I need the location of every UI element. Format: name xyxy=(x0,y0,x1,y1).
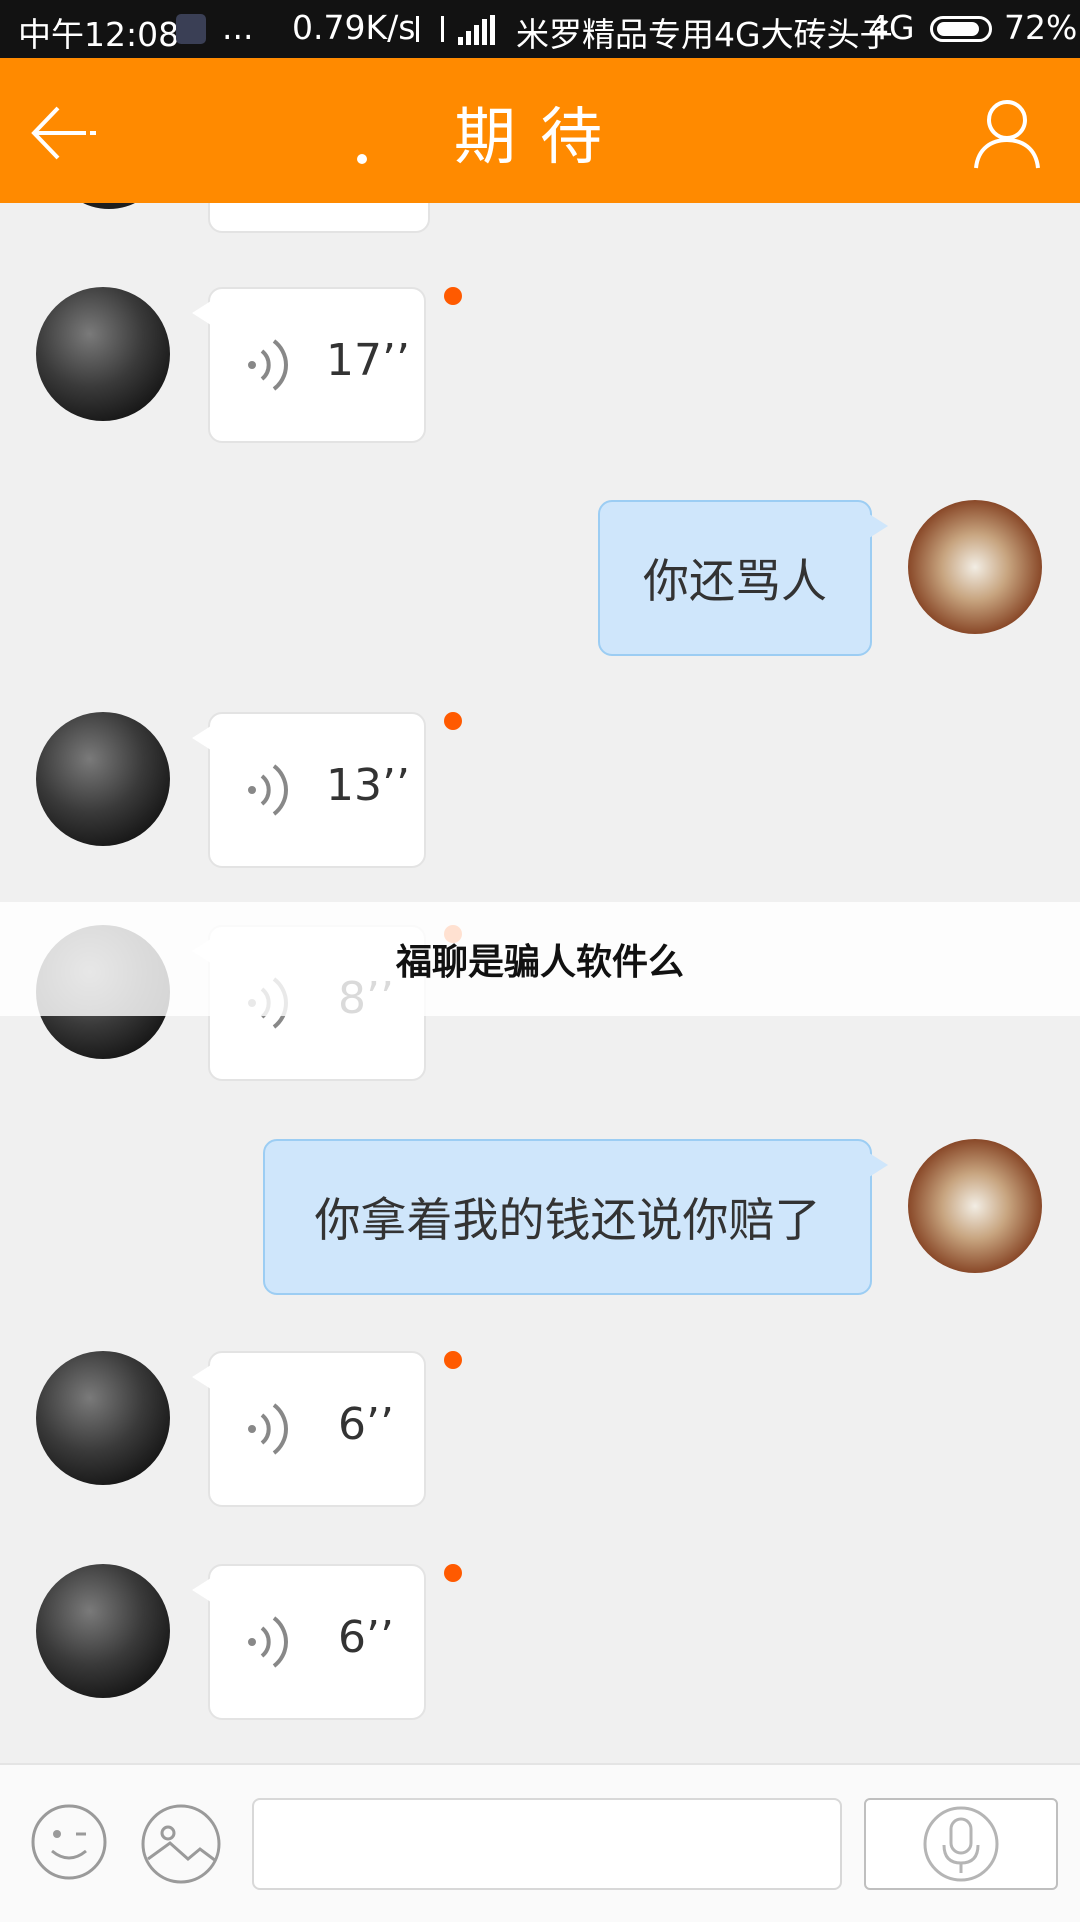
notification-icon xyxy=(176,14,206,44)
voice-record-button[interactable] xyxy=(864,1798,1058,1890)
voice-duration: 17’’ xyxy=(326,335,410,386)
chat-title: 期待 xyxy=(453,100,626,173)
input-bar xyxy=(0,1763,1080,1922)
data-transfer-icon xyxy=(416,16,444,42)
my-avatar[interactable] xyxy=(908,1139,1042,1273)
message-text: 你拿着我的钱还说你赔了 xyxy=(314,1193,821,1247)
voice-message-bubble[interactable]: 13’’ xyxy=(192,712,426,868)
status-bar: 中午12:08 ... 0.79K/s 米罗精品专用4G大砖头子 4G 72% xyxy=(0,0,1080,58)
contact-avatar[interactable] xyxy=(36,712,170,846)
battery-icon xyxy=(930,16,992,42)
contact-avatar[interactable] xyxy=(36,1564,170,1698)
watermark-text: 福聊是骗人软件么 xyxy=(395,942,684,983)
status-notification-dots: ... xyxy=(222,8,254,47)
image-button[interactable] xyxy=(140,1803,222,1885)
partial-avatar xyxy=(64,203,154,209)
status-speed: 0.79K/s xyxy=(292,8,416,47)
partial-voice-bubble[interactable] xyxy=(208,203,430,233)
unread-indicator xyxy=(444,1564,462,1582)
voice-wave-icon xyxy=(248,1403,288,1455)
unread-indicator xyxy=(444,287,462,305)
voice-message-bubble[interactable]: 6’’ xyxy=(192,1564,426,1720)
sent-message-bubble[interactable]: 你还骂人 xyxy=(598,500,888,656)
message-input[interactable] xyxy=(252,1798,842,1890)
my-avatar[interactable] xyxy=(908,500,1042,634)
status-carrier: 米罗精品专用4G大砖头子 xyxy=(516,15,893,54)
signal-icon xyxy=(458,14,498,45)
unread-indicator xyxy=(444,1351,462,1369)
voice-message-bubble[interactable]: 17’’ xyxy=(192,287,426,443)
contact-avatar[interactable] xyxy=(36,1351,170,1485)
voice-wave-icon xyxy=(248,1616,288,1668)
emoji-button[interactable] xyxy=(30,1803,108,1881)
status-time: 中午12:08 xyxy=(18,15,180,54)
image-icon xyxy=(141,1804,221,1884)
voice-message-bubble[interactable]: 6’’ xyxy=(192,1351,426,1507)
sent-message-bubble[interactable]: 你拿着我的钱还说你赔了 xyxy=(263,1139,888,1295)
microphone-icon xyxy=(923,1806,999,1882)
profile-button[interactable] xyxy=(972,96,1042,172)
voice-wave-icon xyxy=(248,764,288,816)
voice-duration: 13’’ xyxy=(326,760,410,811)
status-network: 4G xyxy=(868,8,915,47)
voice-wave-icon xyxy=(248,339,288,391)
voice-duration: 6’’ xyxy=(338,1399,394,1450)
voice-duration: 6’’ xyxy=(338,1612,394,1663)
unread-indicator xyxy=(444,712,462,730)
watermark-banner: 福聊是骗人软件么 xyxy=(0,902,1080,1016)
status-battery: 72% xyxy=(1004,8,1078,47)
contact-avatar[interactable] xyxy=(36,287,170,421)
app-bar: 期待 xyxy=(0,58,1080,203)
message-text: 你还骂人 xyxy=(643,554,827,608)
user-icon xyxy=(974,100,1040,169)
emoji-icon xyxy=(31,1804,107,1880)
